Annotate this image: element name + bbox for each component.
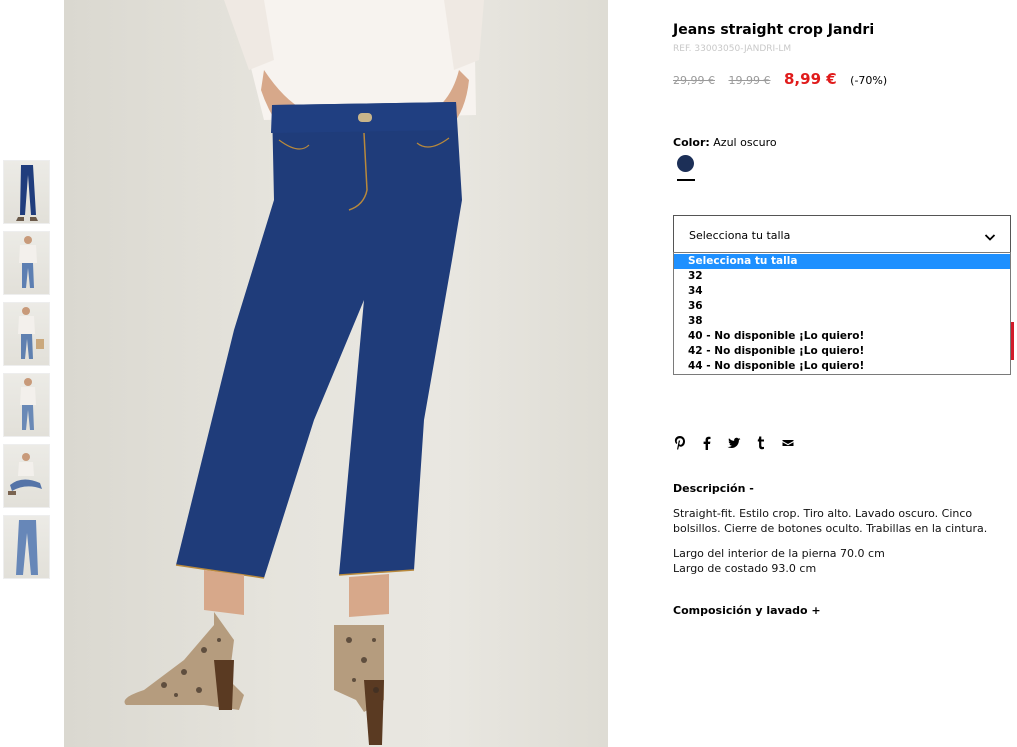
measurements: Largo del interior de la pierna 70.0 cm … [673, 546, 885, 576]
thumbnail-3[interactable] [3, 302, 50, 366]
twitter-icon[interactable] [727, 435, 741, 451]
thumbnail-1[interactable] [3, 160, 50, 224]
size-option-40[interactable]: 40 - No disponible ¡Lo quiero! [674, 329, 1010, 344]
description-toggle[interactable]: Descripción - [673, 482, 754, 495]
size-option-32[interactable]: 32 [674, 269, 1010, 284]
color-value: Azul oscuro [713, 136, 777, 149]
selected-swatch-indicator [677, 179, 695, 181]
size-option-42[interactable]: 42 - No disponible ¡Lo quiero! [674, 344, 1010, 359]
share-icons [673, 435, 795, 451]
color-label: Color: Azul oscuro [673, 136, 777, 149]
size-option-38[interactable]: 38 [674, 314, 1010, 329]
thumbnail-4[interactable] [3, 373, 50, 437]
thumbnail-5[interactable] [3, 444, 50, 508]
price-sale: 8,99 € [784, 70, 837, 88]
thumbnail-6[interactable] [3, 515, 50, 579]
size-dropdown-list: Selecciona tu talla 32 34 36 38 40 - No … [673, 252, 1011, 375]
facebook-icon[interactable] [700, 435, 714, 451]
color-label-title: Color: [673, 136, 710, 149]
product-reference: REF. 33003050-JANDRI-LM [673, 44, 792, 54]
pinterest-icon[interactable] [673, 435, 687, 451]
email-icon[interactable] [781, 435, 795, 451]
size-option-36[interactable]: 36 [674, 299, 1010, 314]
side-length: Largo de costado 93.0 cm [673, 562, 817, 575]
add-to-cart-button-edge[interactable] [1011, 322, 1014, 360]
size-select-value: Selecciona tu talla [689, 229, 791, 242]
price-previous: 19,99 € [728, 74, 771, 87]
product-main-image [64, 0, 608, 747]
size-option-34[interactable]: 34 [674, 284, 1010, 299]
chevron-down-icon [984, 228, 996, 247]
size-select[interactable]: Selecciona tu talla [673, 215, 1011, 253]
thumbnail-gallery [3, 160, 50, 586]
composition-toggle[interactable]: Composición y lavado + [673, 604, 821, 617]
thumbnail-2[interactable] [3, 231, 50, 295]
discount-badge: (-70%) [850, 74, 888, 87]
description-text: Straight-fit. Estilo crop. Tiro alto. La… [673, 507, 988, 535]
price-original: 29,99 € [673, 74, 715, 87]
size-option-placeholder[interactable]: Selecciona tu talla [674, 254, 1010, 269]
inseam-length: Largo del interior de la pierna 70.0 cm [673, 547, 885, 560]
size-option-44[interactable]: 44 - No disponible ¡Lo quiero! [674, 359, 1010, 374]
product-title: Jeans straight crop Jandri [673, 22, 875, 38]
color-swatch-azul-oscuro[interactable] [677, 155, 694, 172]
price-block: 29,99 € 19,99 € 8,99 € (-70%) [673, 70, 887, 88]
tumblr-icon[interactable] [754, 435, 768, 451]
